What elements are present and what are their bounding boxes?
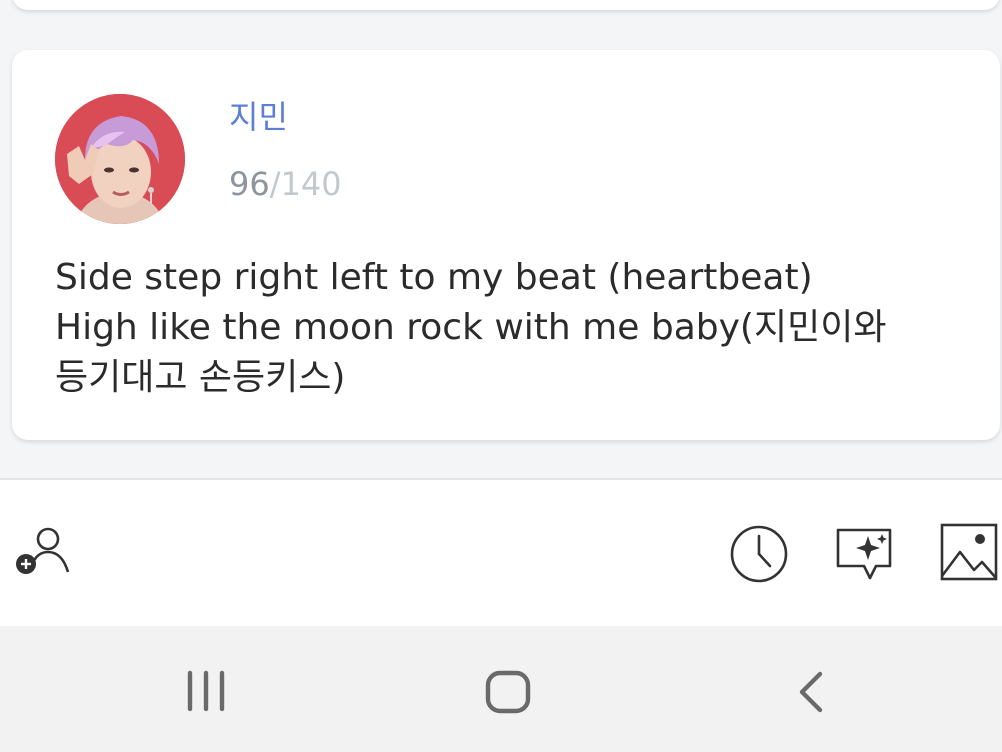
character-counter: 96/140 xyxy=(229,165,342,203)
schedule-button[interactable] xyxy=(728,523,790,589)
image-icon xyxy=(940,523,998,581)
post-card[interactable]: 지민 96/140 Side step right left to my bea… xyxy=(12,50,1000,440)
compose-toolbar xyxy=(0,480,1002,626)
ai-sparkle-chat-icon xyxy=(836,528,892,580)
recent-apps-icon xyxy=(187,670,225,712)
home-icon xyxy=(485,670,531,714)
system-navigation-bar xyxy=(0,626,1002,752)
message-line: Side step right left to my beat (heartbe… xyxy=(55,257,813,298)
author-avatar[interactable] xyxy=(55,94,185,224)
post-message[interactable]: Side step right left to my beat (heartbe… xyxy=(55,253,955,403)
character-limit: /140 xyxy=(269,165,342,203)
home-button[interactable] xyxy=(485,670,531,718)
ai-compose-button[interactable] xyxy=(834,524,896,586)
message-line: High like the moon rock with me baby(지민이… xyxy=(55,307,887,348)
character-count: 96 xyxy=(229,165,270,203)
clock-icon xyxy=(730,525,788,583)
back-icon xyxy=(799,671,823,713)
back-button[interactable] xyxy=(796,670,826,718)
add-person-button[interactable] xyxy=(14,526,72,580)
message-line: 등기대고 손등키스) xyxy=(55,357,346,398)
recent-apps-button[interactable] xyxy=(182,670,230,716)
add-person-icon xyxy=(16,527,70,574)
previous-card xyxy=(12,0,1000,10)
author-name: 지민 xyxy=(229,98,288,136)
add-image-button[interactable] xyxy=(938,522,1000,588)
